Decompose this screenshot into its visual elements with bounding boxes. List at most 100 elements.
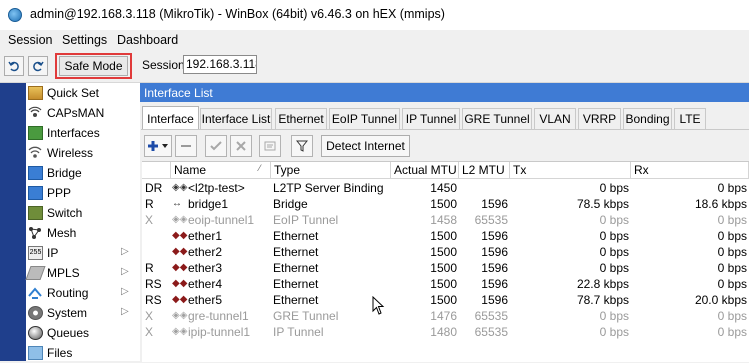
tab-ethernet[interactable]: Ethernet — [275, 108, 327, 129]
detect-internet-button[interactable]: Detect Internet — [321, 135, 410, 157]
sidebar-item-wireless[interactable]: Wireless — [26, 143, 140, 163]
cell-flags: RS — [145, 277, 162, 291]
sidebar-item-label: PPP — [47, 186, 72, 200]
cell-flags: X — [145, 325, 154, 339]
cell-rx: 0 bps — [717, 261, 747, 275]
queues-icon — [28, 326, 43, 340]
table-row[interactable]: ◆◆ ether2 Ethernet 1500 1596 0 bps 0 bps — [142, 244, 749, 260]
safe-mode-button[interactable]: Safe Mode — [59, 56, 128, 76]
add-button[interactable] — [144, 135, 172, 157]
cell-rx: 0 bps — [717, 181, 747, 195]
cell-rx: 0 bps — [717, 229, 747, 243]
column-header-flags[interactable] — [142, 162, 171, 179]
interface-table: Name ⁄ Type Actual MTU L2 MTU Tx Rx ◈◈ DR… — [142, 161, 749, 362]
tab-vlan[interactable]: VLAN — [534, 108, 576, 129]
table-row[interactable]: ◆◆ RS ether5 Ethernet 1500 1596 78.7 kbps 20.0 … — [142, 292, 749, 308]
tab-lte[interactable]: LTE — [674, 108, 706, 129]
column-header-type[interactable]: Type — [271, 162, 391, 179]
cell-tx: 0 bps — [599, 261, 629, 275]
sidebar-item-routing[interactable]: Routing ▷ — [26, 283, 140, 303]
column-header-rx[interactable]: Rx — [631, 162, 749, 179]
cell-rx: 18.6 kbps — [694, 197, 747, 211]
sidebar-item-capsman[interactable]: CAPsMAN — [26, 103, 140, 123]
disable-button[interactable] — [230, 135, 252, 157]
tab-vrrp[interactable]: VRRP — [578, 108, 621, 129]
table-row[interactable]: ◆◆ RS ether4 Ethernet 1500 1596 22.8 kbps 0 bps — [142, 276, 749, 292]
tab-interface-list[interactable]: Interface List — [200, 108, 272, 129]
routeros-vertical-strip — [0, 83, 26, 361]
table-row[interactable]: ◈◈ Xeoip-tunnel1 EoIP Tunnel 1458 65535 0 bps… — [142, 212, 749, 228]
table-row[interactable]: ◈◈ Xipip-tunnel1 IP Tunnel 1480 65535 0 bps 0 … — [142, 324, 749, 340]
cell-l2-mtu: 65535 — [474, 213, 508, 227]
cell-name: ether1 — [188, 229, 223, 243]
column-header-tx[interactable]: Tx — [510, 162, 631, 179]
check-icon — [210, 141, 222, 151]
system-icon — [28, 306, 43, 320]
files-icon — [28, 346, 43, 360]
redo-button[interactable] — [28, 56, 48, 76]
menu-settings[interactable]: Settings — [62, 33, 107, 47]
menu-session[interactable]: Session — [8, 33, 52, 47]
sidebar-item-label: Mesh — [47, 226, 77, 240]
tab-bonding[interactable]: Bonding — [623, 108, 672, 129]
minus-icon — [181, 145, 191, 147]
cell-type: Ethernet — [273, 245, 319, 259]
sidebar-item-bridge[interactable]: Bridge — [26, 163, 140, 183]
cell-l2-mtu: 1596 — [481, 245, 508, 259]
cell-l2-mtu: 65535 — [474, 325, 508, 339]
ethernet-icon: ◆◆ — [172, 278, 188, 289]
sidebar-item-quick-set[interactable]: Quick Set — [26, 83, 140, 103]
tab-ip-tunnel[interactable]: IP Tunnel — [402, 108, 460, 129]
quick-set-icon — [28, 86, 43, 100]
cell-tx: 0 bps — [599, 181, 629, 195]
column-header-name[interactable]: Name — [171, 162, 271, 179]
sidebar-item-label: Wireless — [47, 146, 94, 160]
table-row[interactable]: ◆◆ ether1 Ethernet 1500 1596 0 bps 0 bps — [142, 228, 749, 244]
sidebar-item-interfaces[interactable]: Interfaces — [26, 123, 140, 143]
sidebar-item-switch[interactable]: Switch — [26, 203, 140, 223]
mesh-icon — [28, 226, 43, 240]
menu-dashboard[interactable]: Dashboard — [117, 33, 178, 47]
sidebar-item-ip[interactable]: 255 IP ▷ — [26, 243, 140, 263]
session-label: Session: — [142, 58, 189, 72]
sidebar-item-mpls[interactable]: MPLS ▷ — [25, 263, 140, 283]
sidebar-item-files[interactable]: Files — [26, 343, 140, 363]
remove-button[interactable] — [175, 135, 197, 157]
cell-actual-mtu: 1480 — [430, 325, 457, 339]
column-header-l2-mtu[interactable]: L2 MTU — [459, 162, 510, 179]
comment-button[interactable] — [259, 135, 281, 157]
tab-gre-tunnel[interactable]: GRE Tunnel — [462, 108, 532, 129]
cell-rx: 0 bps — [717, 245, 747, 259]
sidebar-item-label: Bridge — [47, 166, 82, 180]
cell-flags: R — [145, 197, 154, 211]
interfaces-icon — [28, 126, 43, 140]
cross-icon — [236, 141, 246, 151]
cell-actual-mtu: 1500 — [430, 261, 457, 275]
ethernet-icon: ◆◆ — [172, 262, 188, 273]
table-row[interactable]: ↔ Rbridge1 Bridge 1500 1596 78.5 kbps 18.6 kbp… — [142, 196, 749, 212]
table-row[interactable]: ◈◈ DR <l2tp-test> L2TP Server Binding 1450 0 … — [142, 180, 749, 196]
mpls-icon — [25, 266, 46, 280]
cell-name: ipip-tunnel1 — [188, 325, 251, 339]
bridge-icon — [28, 166, 43, 180]
sidebar-item-queues[interactable]: Queues — [26, 323, 140, 343]
filter-button[interactable] — [291, 135, 313, 157]
capsman-icon — [28, 106, 43, 120]
cell-flags: R — [145, 261, 154, 275]
column-header-actual-mtu[interactable]: Actual MTU — [391, 162, 459, 179]
session-address-field[interactable]: 192.168.3.118 — [183, 55, 257, 74]
sort-indicator-icon: ⁄ — [259, 163, 261, 173]
sidebar-item-ppp[interactable]: PPP — [26, 183, 140, 203]
table-row[interactable]: ◆◆ Rether3 Ethernet 1500 1596 0 bps 0 bps — [142, 260, 749, 276]
enable-button[interactable] — [205, 135, 227, 157]
cell-tx: 78.5 kbps — [576, 197, 629, 211]
table-row[interactable]: ◈◈ Xgre-tunnel1 GRE Tunnel 1476 65535 0 bps 0 … — [142, 308, 749, 324]
plus-icon — [148, 141, 168, 151]
sidebar-item-mesh[interactable]: Mesh — [26, 223, 140, 243]
cell-actual-mtu: 1458 — [430, 213, 457, 227]
undo-button[interactable] — [4, 56, 24, 76]
tab-eoip-tunnel[interactable]: EoIP Tunnel — [329, 108, 400, 129]
sidebar-item-system[interactable]: System ▷ — [26, 303, 140, 323]
wireless-icon — [28, 146, 43, 160]
tab-interface[interactable]: Interface — [142, 106, 199, 130]
